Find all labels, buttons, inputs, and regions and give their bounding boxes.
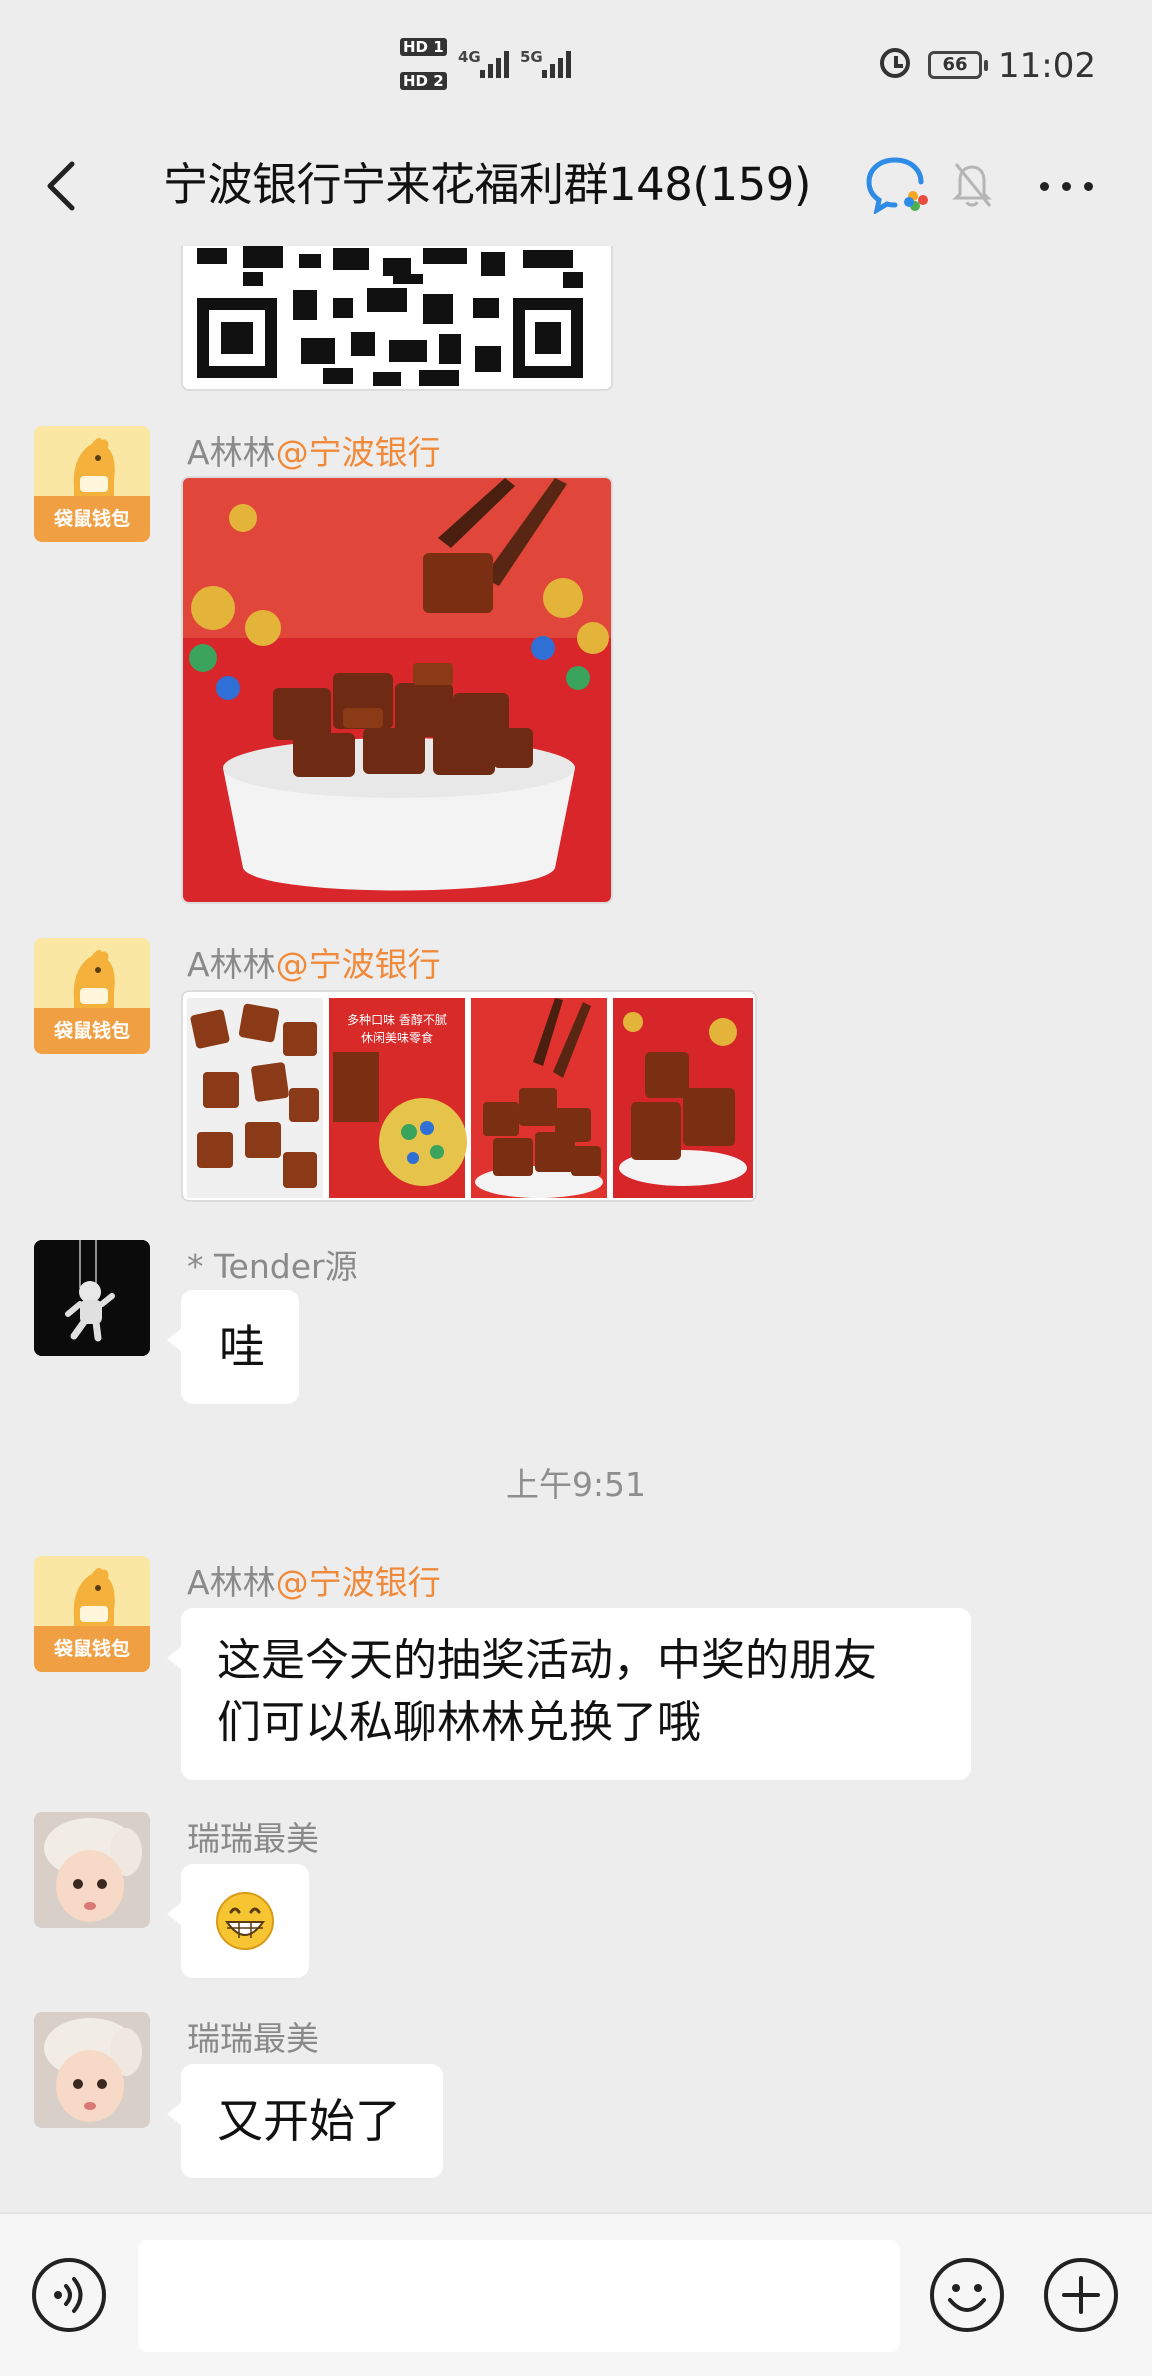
nav-bar: 宁波银行宁来花福利群148(159) — [0, 130, 1152, 246]
sender-name: A林林@宁波银行 — [187, 1556, 441, 1604]
voice-input-icon[interactable] — [30, 2256, 108, 2334]
message-timestamp: 上午9:51 — [505, 1465, 647, 1504]
sender-name-text: A林林 — [187, 433, 276, 472]
sender-name-text: A林林 — [187, 945, 276, 984]
message-bubble[interactable]: 哇 — [167, 1290, 299, 1404]
avatar-baby[interactable] — [34, 2012, 150, 2128]
beef-jerky-collage[interactable]: 多种口味 香醇不腻 休闲美味零食 — [181, 990, 757, 1202]
signal-2-icon — [542, 50, 571, 78]
sender-name: 瑞瑞最美 — [187, 2019, 319, 2058]
chat-messages: 袋鼠钱包 A林林@宁波银行 袋鼠钱包 A林林@宁波银行 多种口味 香醇不腻 休闲… — [0, 246, 1152, 2212]
baby-photo-icon — [34, 1812, 150, 1928]
signal-1-icon — [480, 50, 509, 78]
network-5g-label: 5G — [520, 48, 543, 66]
message-input[interactable] — [138, 2240, 900, 2352]
sender-name: 瑞瑞最美 — [187, 1819, 319, 1858]
qr-code-image[interactable] — [181, 246, 613, 391]
sender-name: * Tender源 — [187, 1247, 358, 1286]
beef-jerky-photo[interactable] — [181, 476, 613, 904]
hd1-indicator: HD 1 — [400, 38, 447, 56]
message-line: 这是今天的抽奖活动，中奖的朋友 — [217, 1635, 877, 1686]
input-bar — [0, 2212, 1152, 2376]
beef-jerky-photo-icon — [183, 478, 611, 902]
status-bar: HD 1 HD 2 4G 5G 66 11:02 — [0, 0, 1152, 130]
more-options-button[interactable] — [1040, 176, 1100, 196]
message-bubble[interactable]: 这是今天的抽奖活动，中奖的朋友 们可以私聊林林兑换了哦 — [167, 1608, 971, 1780]
hd2-indicator: HD 2 — [400, 72, 447, 90]
sender-org-tag: @宁波银行 — [275, 433, 441, 472]
alarm-icon — [880, 48, 910, 78]
add-attachment-icon[interactable] — [1042, 2256, 1120, 2334]
message-line: 们可以私聊林林兑换了哦 — [217, 1697, 701, 1748]
avatar-baby[interactable] — [34, 1812, 150, 1928]
astronaut-icon — [34, 1240, 150, 1356]
grinning-face-icon — [216, 1892, 274, 1950]
sender-org-tag: @宁波银行 — [275, 1563, 441, 1602]
wecom-icon[interactable] — [865, 154, 931, 214]
baby-photo-icon — [34, 2012, 150, 2128]
battery-icon: 66 — [928, 51, 988, 79]
sender-name-text: A林林 — [187, 1563, 276, 1602]
avatar-label: 袋鼠钱包 — [53, 1638, 130, 1660]
avatar-label: 袋鼠钱包 — [53, 508, 130, 530]
avatar-pouch-wallet[interactable]: 袋鼠钱包 — [34, 426, 150, 542]
collage-caption-1: 多种口味 香醇不腻 — [347, 1012, 447, 1027]
qr-code-icon — [183, 246, 611, 389]
avatar-label: 袋鼠钱包 — [53, 1020, 130, 1042]
message-bubble[interactable]: 又开始了 — [167, 2064, 443, 2178]
emoji-bubble[interactable] — [167, 1864, 309, 1978]
mute-bell-icon — [952, 163, 992, 207]
emoji-icon[interactable] — [928, 2256, 1006, 2334]
sender-name: A林林@宁波银行 — [187, 938, 441, 986]
network-4g-label: 4G — [458, 48, 481, 66]
collage-icon: 多种口味 香醇不腻 休闲美味零食 — [187, 998, 753, 1198]
back-icon[interactable] — [40, 156, 90, 216]
sender-org-tag: @宁波银行 — [275, 945, 441, 984]
avatar-astronaut[interactable] — [34, 1240, 150, 1356]
chat-title: 宁波银行宁来花福利群148(159) — [163, 158, 811, 211]
clock: 11:02 — [998, 46, 1096, 86]
avatar-pouch-wallet[interactable]: 袋鼠钱包 — [34, 938, 150, 1054]
sender-name: A林林@宁波银行 — [187, 426, 441, 474]
avatar-pouch-wallet[interactable]: 袋鼠钱包 — [34, 1556, 150, 1672]
collage-caption-2: 休闲美味零食 — [361, 1030, 433, 1045]
